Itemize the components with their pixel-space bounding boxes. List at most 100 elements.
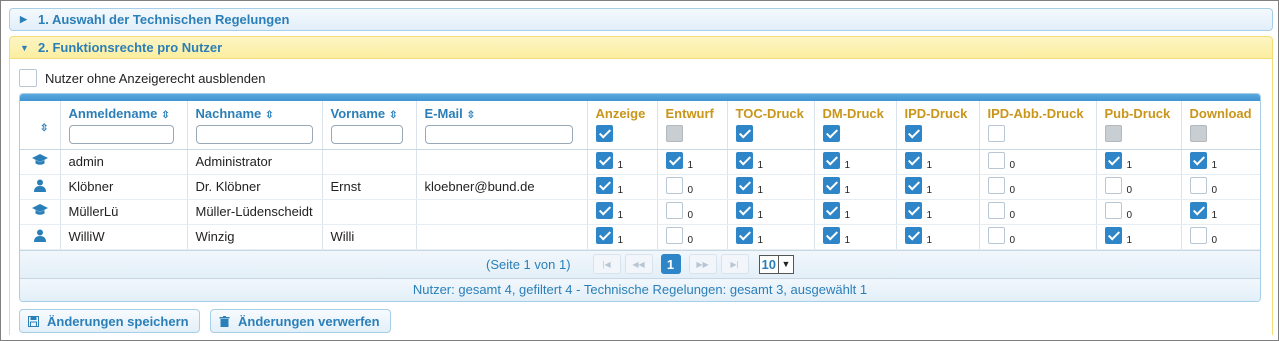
column-header-email[interactable]: E-Mail ⇳ [416,101,588,150]
permission-cell[interactable]: 1 [657,149,728,175]
permission-checkbox[interactable] [735,227,753,245]
first-page-button[interactable]: |◀ [592,254,621,274]
permission-checkbox[interactable] [1104,177,1122,195]
permission-column-header[interactable]: Download [1181,101,1260,150]
discard-changes-button[interactable]: Änderungen verwerfen [210,309,391,333]
last-page-button[interactable]: ▶| [720,254,749,274]
column-header-vorname[interactable]: Vorname ⇳ [322,101,417,150]
permission-cell[interactable]: 1 [727,174,815,200]
permission-checkbox[interactable] [735,152,753,170]
permission-checkbox[interactable] [904,227,922,245]
permission-checkbox[interactable] [987,152,1005,170]
page-number-button[interactable]: 1 [660,254,681,274]
table-row[interactable]: admin Administrator 1 1 1 1 1 0 1 1 [20,149,1260,175]
permission-cell[interactable]: 1 [587,199,658,225]
sort-icon[interactable]: ⇳ [467,110,475,121]
permission-cell[interactable]: 0 [1096,174,1182,200]
column-filter-input[interactable] [68,125,174,144]
permission-cell[interactable]: 1 [727,199,815,225]
permission-checkbox[interactable] [822,227,840,245]
permission-checkbox[interactable] [1104,227,1122,245]
sort-icon[interactable]: ⇳ [161,110,169,121]
permission-checkbox[interactable] [822,152,840,170]
page-size-select[interactable]: 10 ▼ [758,254,794,274]
next-page-button[interactable]: ▶▶ [688,254,717,274]
permission-checkbox[interactable] [904,202,922,220]
permission-checkbox[interactable] [1104,202,1122,220]
permission-cell[interactable]: 0 [657,174,728,200]
permission-checkbox[interactable] [665,227,683,245]
permission-checkbox[interactable] [1189,177,1207,195]
prev-page-button[interactable]: ◀◀ [624,254,653,274]
permission-column-header[interactable]: Pub-Druck [1096,101,1182,150]
permission-column-header[interactable]: IPD-Abb.-Druck [979,101,1097,150]
permission-checkbox[interactable] [595,227,613,245]
permission-checkbox[interactable] [595,152,613,170]
column-filter-input[interactable] [424,125,573,144]
permission-cell[interactable]: 0 [979,174,1097,200]
permission-cell[interactable]: 0 [657,224,728,250]
column-select-all-checkbox[interactable] [822,125,840,142]
permission-checkbox[interactable] [1104,152,1122,170]
table-row[interactable]: Klöbner Dr. Klöbner Ernst kloebner@bund.de 1… [20,174,1260,200]
permission-checkbox[interactable] [665,202,683,220]
sort-icon[interactable]: ⇳ [389,110,397,121]
section-funktionsrechte[interactable]: ▼ 2. Funktionsrechte pro Nutzer [9,36,1273,59]
permission-checkbox[interactable] [822,177,840,195]
permission-checkbox[interactable] [904,152,922,170]
sort-icon[interactable]: ⇳ [265,110,273,121]
permission-checkbox[interactable] [987,227,1005,245]
permission-cell[interactable]: 1 [587,174,658,200]
permission-cell[interactable]: 1 [1096,224,1182,250]
permission-checkbox[interactable] [1189,227,1207,245]
hide-users-option[interactable]: Nutzer ohne Anzeigerecht ausblenden [19,69,265,87]
permission-checkbox[interactable] [595,202,613,220]
permission-cell[interactable]: 1 [896,149,980,175]
permission-column-header[interactable]: Anzeige [587,101,658,150]
permission-cell[interactable]: 1 [727,149,815,175]
permission-checkbox[interactable] [987,202,1005,220]
permission-cell[interactable]: 1 [1181,199,1260,225]
sort-icon[interactable]: ⇳ [40,123,48,134]
permission-column-header[interactable]: Entwurf [657,101,728,150]
permission-checkbox[interactable] [987,177,1005,195]
permission-cell[interactable]: 1 [896,199,980,225]
hide-users-checkbox[interactable] [19,69,37,87]
permission-cell[interactable]: 1 [814,224,897,250]
permission-column-header[interactable]: TOC-Druck [727,101,815,150]
column-select-all-checkbox[interactable] [904,125,922,142]
column-select-all-checkbox[interactable] [595,125,613,142]
column-filter-input[interactable] [330,125,403,144]
permission-cell[interactable]: 1 [896,174,980,200]
permission-cell[interactable]: 1 [587,224,658,250]
table-row[interactable]: WilliW Winzig Willi 1 0 1 1 1 0 1 0 [20,224,1260,250]
permission-cell[interactable]: 0 [979,149,1097,175]
permission-cell[interactable]: 0 [657,199,728,225]
permission-checkbox[interactable] [822,202,840,220]
column-header-anmeldename[interactable]: Anmeldename ⇳ [60,101,188,150]
permission-cell[interactable]: 0 [1181,174,1260,200]
permission-column-header[interactable]: IPD-Druck [896,101,980,150]
section-technische-regelungen[interactable]: ▶ 1. Auswahl der Technischen Regelungen [9,8,1273,31]
permission-cell[interactable]: 1 [1096,149,1182,175]
permission-checkbox[interactable] [595,177,613,195]
permission-cell[interactable]: 1 [814,149,897,175]
column-header-nachname[interactable]: Nachname ⇳ [187,101,323,150]
permission-checkbox[interactable] [735,202,753,220]
permission-checkbox[interactable] [665,177,683,195]
table-row[interactable]: MüllerLü Müller-Lüdenscheidt 1 0 1 1 1 0 0 1 [20,199,1260,225]
permission-cell[interactable]: 0 [979,224,1097,250]
permission-checkbox[interactable] [1189,152,1207,170]
permission-cell[interactable]: 0 [979,199,1097,225]
permission-cell[interactable]: 1 [1181,149,1260,175]
permission-checkbox[interactable] [1189,202,1207,220]
permission-cell[interactable]: 1 [587,149,658,175]
column-filter-input[interactable] [195,125,313,144]
permission-cell[interactable]: 0 [1096,199,1182,225]
sort-column-header[interactable]: ⇳ [20,101,61,150]
permission-cell[interactable]: 1 [814,174,897,200]
permission-cell[interactable]: 1 [896,224,980,250]
column-select-all-checkbox[interactable] [987,125,1005,142]
column-select-all-checkbox[interactable] [735,125,753,142]
permission-checkbox[interactable] [735,177,753,195]
